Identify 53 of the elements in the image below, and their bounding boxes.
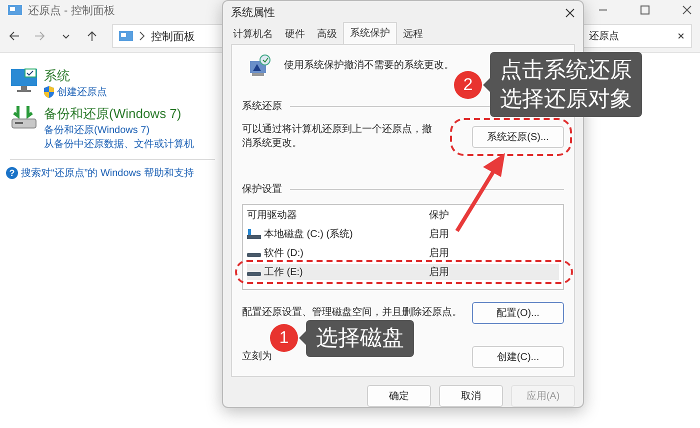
group-title: 系统还原 [242, 100, 282, 113]
tab[interactable]: 远程 [397, 24, 429, 44]
up-arrow-icon[interactable] [86, 30, 98, 42]
callout-text: 点击系统还原 [500, 56, 632, 84]
callout-text: 选择还原对象 [500, 84, 632, 113]
protection-status: 启用 [429, 246, 449, 260]
task-link[interactable]: 创建还原点 [57, 85, 107, 99]
tab[interactable]: 计算机名 [227, 24, 279, 44]
category-title[interactable]: 系统 [44, 67, 70, 85]
description-text: 可以通过将计算机还原到上一个还原点，撤消系统更改。 [242, 123, 432, 150]
drive-row[interactable]: 软件 (D:) 启用 [247, 245, 559, 261]
maximize-icon[interactable] [640, 5, 650, 15]
column-header: 可用驱动器 [247, 209, 298, 222]
callout-text: 选择磁盘 [316, 324, 404, 352]
dialog-button[interactable]: 确定 [367, 385, 431, 407]
drive-row[interactable]: 工作 (E:) 启用 [247, 264, 559, 280]
category-title[interactable]: 备份和还原(Windows 7) [44, 105, 182, 123]
clear-icon[interactable] [677, 32, 685, 40]
close-icon[interactable] [565, 8, 575, 18]
drive-name: 软件 (D:) [264, 247, 304, 260]
control-panel-icon [8, 4, 22, 16]
column-header: 保护 [429, 208, 449, 222]
dialog-title: 系统属性 [231, 6, 275, 20]
protection-status: 启用 [429, 266, 449, 279]
task-link[interactable]: 从备份中还原数据、文件或计算机 [44, 137, 194, 151]
monitor-icon [10, 67, 38, 93]
backup-drive-icon [10, 105, 38, 131]
computer-restore-icon [248, 53, 272, 77]
action-button[interactable]: 配置(O)... [472, 302, 564, 324]
control-panel-icon [119, 30, 133, 42]
window-title: 还原点 - 控制面板 [28, 4, 115, 18]
system-restore-button[interactable]: 系统还原(S)... [472, 126, 564, 148]
action-button[interactable]: 创建(C)... [472, 346, 564, 368]
task-link[interactable]: 备份和还原(Windows 7) [44, 123, 150, 137]
tab[interactable]: 系统保护 [343, 22, 397, 44]
help-link[interactable]: 搜索对“还原点”的 Windows 帮助和支持 [21, 166, 194, 180]
search-field[interactable]: 还原点 [582, 24, 692, 48]
system-drive-icon [247, 229, 261, 239]
tab[interactable]: 硬件 [279, 24, 311, 44]
description-text: 立刻为 [242, 350, 272, 364]
intro-text: 使用系统保护撤消不需要的系统更改。 [284, 58, 454, 72]
help-icon: ? [6, 167, 18, 179]
back-arrow-icon[interactable] [8, 30, 20, 42]
description-text: 配置还原设置、管理磁盘空间，并且删除还原点。 [242, 306, 462, 320]
chevron-right-icon [139, 31, 145, 41]
breadcrumb[interactable]: 控制面板 [151, 28, 195, 44]
protection-status: 启用 [429, 228, 449, 241]
dialog-button[interactable]: 取消 [439, 385, 503, 407]
close-icon[interactable] [682, 5, 692, 15]
drive-row[interactable]: 本地磁盘 (C:) (系统) 启用 [247, 226, 559, 242]
group-title: 保护设置 [242, 182, 282, 196]
drive-name: 本地磁盘 (C:) (系统) [264, 228, 353, 241]
drive-name: 工作 (E:) [264, 266, 303, 279]
